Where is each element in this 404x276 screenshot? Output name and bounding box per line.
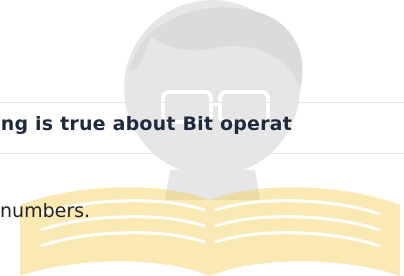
question-box: ing is true about Bit operat [0, 102, 404, 154]
watermark-head [124, 0, 303, 200]
page-viewport: ing is true about Bit operat numbers. [0, 0, 404, 276]
question-text: ing is true about Bit operat [0, 113, 292, 135]
answer-option-text[interactable]: numbers. [0, 200, 90, 222]
